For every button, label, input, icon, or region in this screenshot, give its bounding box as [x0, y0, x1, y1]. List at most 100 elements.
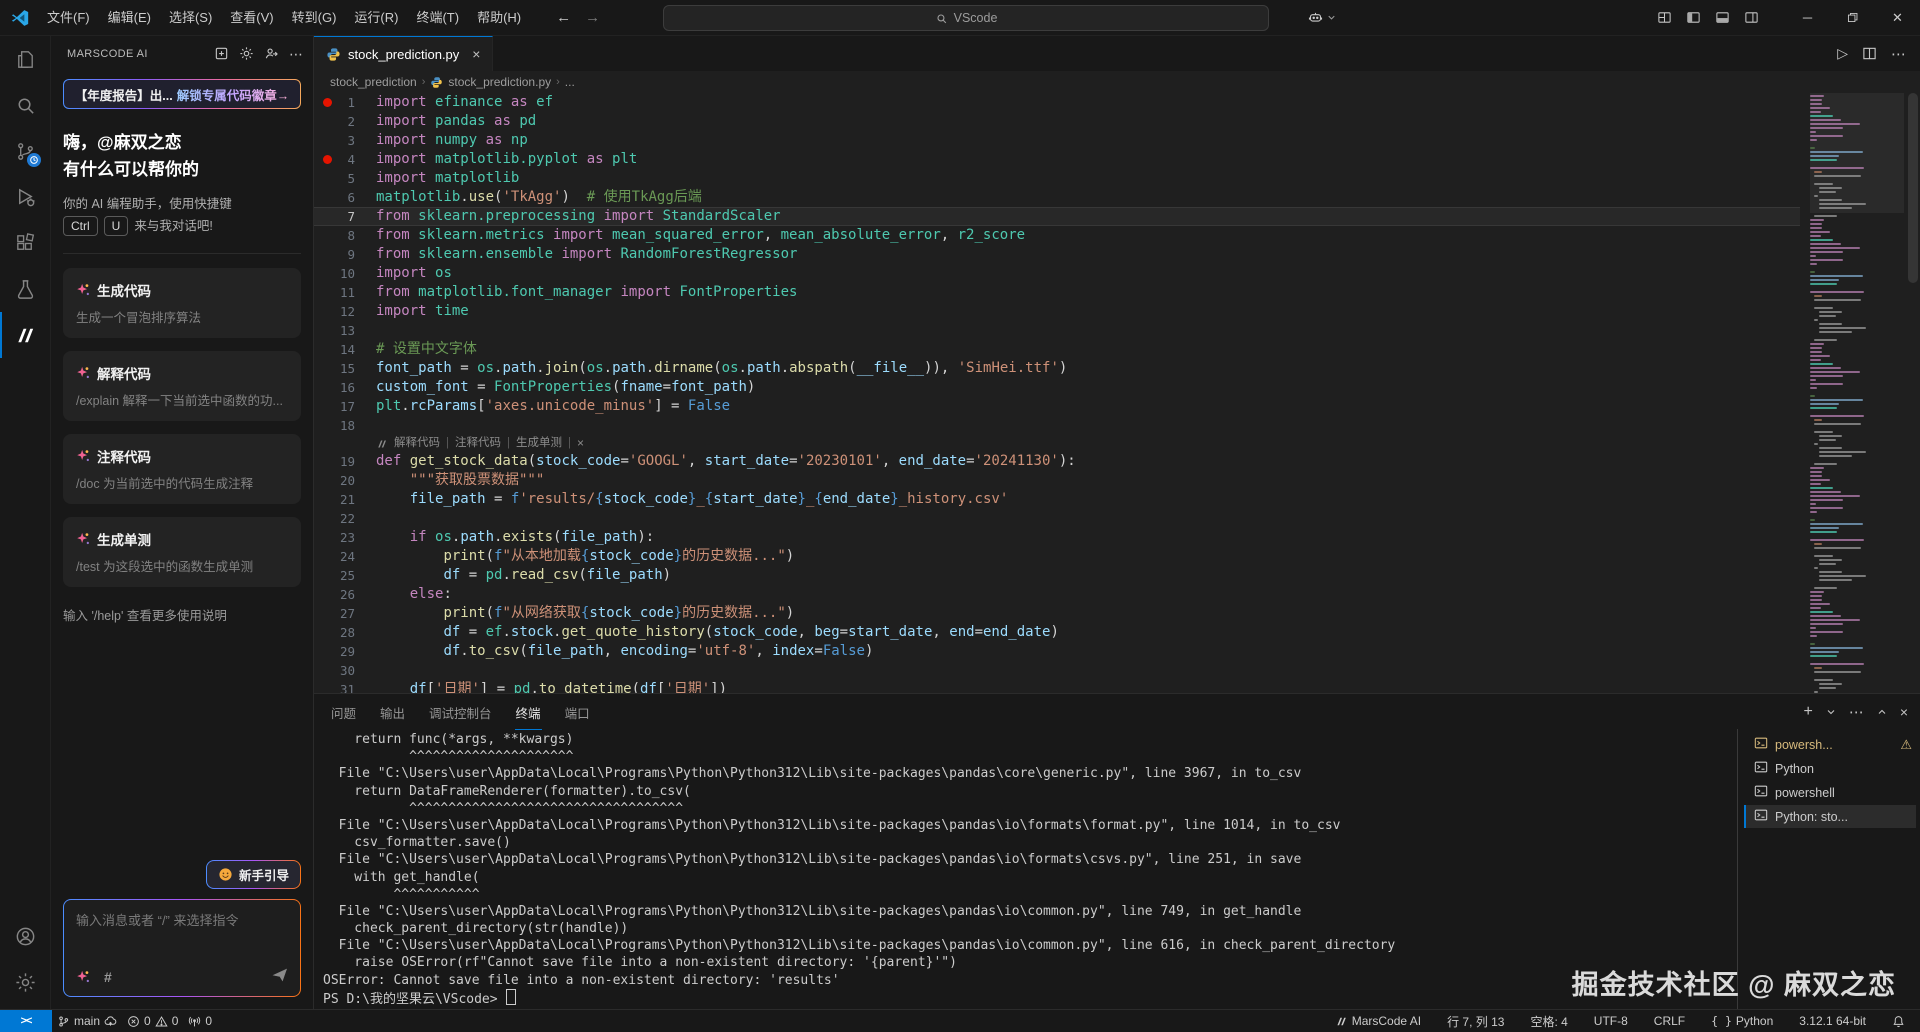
breadcrumb-file[interactable]: stock_prediction.py — [448, 75, 551, 89]
code-line-6[interactable]: 6matplotlib.use('TkAgg') # 使用TkAgg后端 — [314, 188, 1800, 207]
run-debug-icon[interactable] — [0, 174, 50, 220]
new-terminal-icon[interactable]: + — [1803, 706, 1812, 718]
terminal-list-item[interactable]: powershell — [1744, 781, 1916, 804]
codelens-action[interactable]: 解释代码 — [394, 435, 440, 452]
ports-item[interactable]: 0 — [183, 1010, 217, 1032]
menu-item[interactable]: 选择(S) — [160, 0, 221, 35]
terminal-list-item[interactable]: Python — [1744, 757, 1916, 780]
command-center-search[interactable]: VScode — [663, 5, 1269, 31]
panel-tab-端口[interactable]: 端口 — [564, 694, 591, 730]
problems-item[interactable]: 0 0 — [122, 1010, 183, 1032]
panel-tab-终端[interactable]: 终端 — [515, 694, 542, 730]
code-line-17[interactable]: 17plt.rcParams['axes.unicode_minus'] = F… — [314, 397, 1800, 416]
code-line-4[interactable]: 4import matplotlib.pyplot as plt — [314, 150, 1800, 169]
code-line-16[interactable]: 16custom_font = FontProperties(fname=fon… — [314, 378, 1800, 397]
source-control-icon[interactable] — [0, 128, 50, 174]
chat-input[interactable]: 输入消息或者 “/” 来选择指令 # — [63, 899, 301, 997]
forward-arrow-icon[interactable]: → — [585, 9, 600, 26]
language-mode[interactable]: { }Python — [1706, 1010, 1778, 1032]
code-line-19[interactable]: 19def get_stock_data(stock_code='GOOGL',… — [314, 452, 1800, 471]
launch-profile-chevron-icon[interactable] — [1825, 706, 1837, 718]
code-line-31[interactable]: 31 df['日期'] = pd.to_datetime(df['日期']) — [314, 680, 1800, 693]
extensions-icon[interactable] — [0, 220, 50, 266]
panel-tab-输出[interactable]: 输出 — [379, 694, 406, 730]
code-editor[interactable]: 1import efinance as ef2import pandas as … — [314, 93, 1920, 693]
code-line-30[interactable]: 30 — [314, 661, 1800, 680]
suggestion-card-3[interactable]: 注释代码/doc 为当前选中的代码生成注释 — [63, 434, 301, 504]
copilot-button[interactable] — [1307, 9, 1337, 26]
menu-item[interactable]: 帮助(H) — [468, 0, 530, 35]
code-line-14[interactable]: 14# 设置中文字体 — [314, 340, 1800, 359]
toggle-primary-sidebar-icon[interactable] — [1686, 10, 1701, 25]
restore-button[interactable] — [1830, 0, 1875, 35]
suggestion-card-4[interactable]: 生成单测/test 为这段选中的函数生成单测 — [63, 517, 301, 587]
share-account-icon[interactable] — [264, 46, 279, 61]
code-line-21[interactable]: 21 file_path = f'results/{stock_code}_{s… — [314, 490, 1800, 509]
python-interpreter[interactable]: 3.12.1 64-bit — [1794, 1010, 1871, 1032]
breadcrumb-folder[interactable]: stock_prediction — [330, 75, 417, 89]
settings-icon[interactable] — [0, 959, 50, 1005]
code-line-12[interactable]: 12import time — [314, 302, 1800, 321]
breadcrumb[interactable]: stock_prediction › stock_prediction.py ›… — [314, 71, 1920, 93]
remote-indicator[interactable]: >< — [0, 1010, 52, 1032]
explorer-icon[interactable] — [0, 36, 50, 82]
panel-more-actions-icon[interactable]: ⋯ — [1849, 703, 1864, 721]
code-line-5[interactable]: 5import matplotlib — [314, 169, 1800, 188]
code-line-25[interactable]: 25 df = pd.read_csv(file_path) — [314, 566, 1800, 585]
code-line-15[interactable]: 15font_path = os.path.join(os.path.dirna… — [314, 359, 1800, 378]
notifications-bell[interactable] — [1887, 1010, 1910, 1032]
annual-report-banner[interactable]: 【年度报告】出... 解锁专属代码徽章→ — [63, 79, 301, 109]
git-branch-item[interactable]: main — [52, 1010, 122, 1032]
minimap[interactable] — [1810, 93, 1904, 693]
toggle-secondary-sidebar-icon[interactable] — [1744, 10, 1759, 25]
toggle-panel-icon[interactable] — [1715, 10, 1730, 25]
breakpoint-icon[interactable] — [323, 155, 332, 164]
suggestion-card-1[interactable]: 生成代码生成一个冒泡排序算法 — [63, 268, 301, 338]
code-line-28[interactable]: 28 df = ef.stock.get_quote_history(stock… — [314, 623, 1800, 642]
cursor-position[interactable]: 行 7, 列 13 — [1442, 1010, 1509, 1032]
menu-item[interactable]: 运行(R) — [345, 0, 407, 35]
codelens-action[interactable]: 生成单测 — [516, 435, 562, 452]
code-line-18[interactable]: 18 — [314, 416, 1800, 435]
editor-scrollbar[interactable] — [1908, 93, 1918, 283]
menu-item[interactable]: 转到(G) — [283, 0, 346, 35]
eol-selector[interactable]: CRLF — [1649, 1010, 1690, 1032]
run-python-file-icon[interactable]: ▷ — [1837, 45, 1848, 62]
breakpoint-icon[interactable] — [323, 98, 332, 107]
tab-stock-prediction[interactable]: stock_prediction.py × — [314, 36, 493, 71]
codelens-close-icon[interactable]: × — [577, 435, 584, 452]
breadcrumb-symbol[interactable]: ... — [565, 75, 575, 89]
close-button[interactable]: ✕ — [1875, 0, 1920, 35]
panel-tab-问题[interactable]: 问题 — [330, 694, 357, 730]
terminal-list-item[interactable]: Python: sto... — [1744, 805, 1916, 828]
code-line-29[interactable]: 29 df.to_csv(file_path, encoding='utf-8'… — [314, 642, 1800, 661]
editor-more-actions-icon[interactable]: ⋯ — [1891, 45, 1906, 63]
tab-close-icon[interactable]: × — [472, 46, 480, 62]
settings-gear-icon[interactable] — [239, 46, 254, 61]
new-chat-icon[interactable] — [214, 46, 229, 61]
code-line-1[interactable]: 1import efinance as ef — [314, 93, 1800, 112]
menu-item[interactable]: 查看(V) — [221, 0, 282, 35]
indentation[interactable]: 空格: 4 — [1525, 1010, 1572, 1032]
marscode-status-item[interactable]: MarsCode AI — [1330, 1010, 1426, 1032]
code-line-11[interactable]: 11from matplotlib.font_manager import Fo… — [314, 283, 1800, 302]
code-line-2[interactable]: 2import pandas as pd — [314, 112, 1800, 131]
close-panel-icon[interactable]: × — [1900, 704, 1908, 720]
code-line-7[interactable]: 7from sklearn.preprocessing import Stand… — [314, 207, 1800, 226]
menu-item[interactable]: 文件(F) — [38, 0, 99, 35]
terminal-output[interactable]: return func(*args, **kwargs) ^^^^^^^^^^^… — [314, 729, 1737, 1009]
menu-item[interactable]: 终端(T) — [407, 0, 468, 35]
minimize-button[interactable]: ─ — [1785, 0, 1830, 35]
customize-layout-icon[interactable] — [1657, 10, 1672, 25]
code-line-22[interactable]: 22 — [314, 509, 1800, 528]
code-line-27[interactable]: 27 print(f"从网络获取{stock_code}的历史数据...") — [314, 604, 1800, 623]
split-editor-icon[interactable] — [1862, 46, 1877, 61]
menu-item[interactable]: 编辑(E) — [99, 0, 160, 35]
code-line-26[interactable]: 26 else: — [314, 585, 1800, 604]
more-actions-icon[interactable]: ⋯ — [289, 49, 303, 59]
code-line-23[interactable]: 23 if os.path.exists(file_path): — [314, 528, 1800, 547]
code-line-13[interactable]: 13 — [314, 321, 1800, 340]
suggestion-card-2[interactable]: 解释代码/explain 解释一下当前选中函数的功... — [63, 351, 301, 421]
back-arrow-icon[interactable]: ← — [556, 9, 571, 26]
code-line-10[interactable]: 10import os — [314, 264, 1800, 283]
